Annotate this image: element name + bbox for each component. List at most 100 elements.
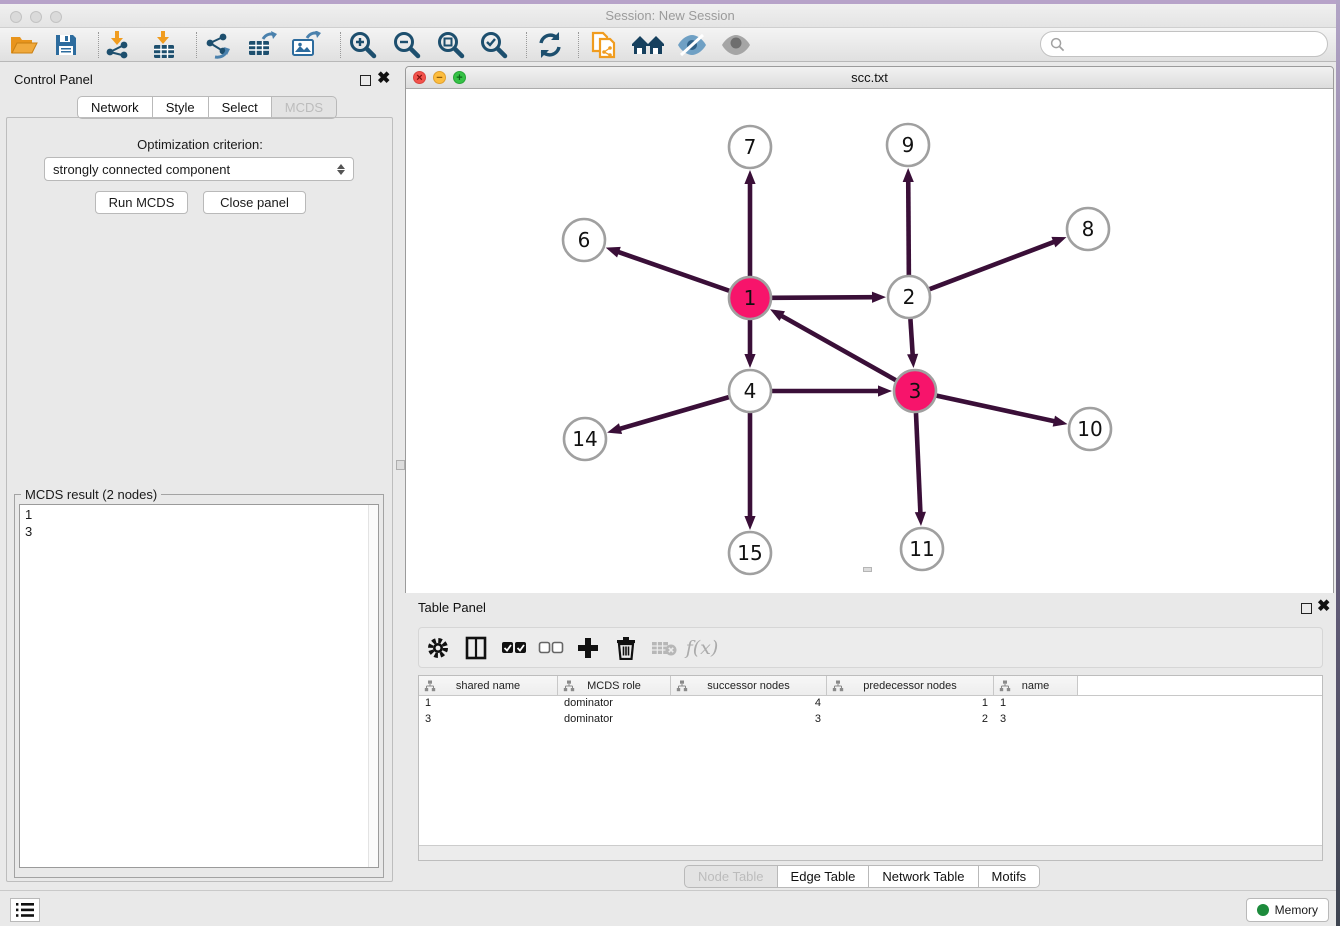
refresh-button[interactable] xyxy=(532,29,568,61)
edge-1-6[interactable] xyxy=(616,251,729,291)
graph-node-2[interactable]: 2 xyxy=(888,276,930,318)
network-window-titlebar[interactable]: × − + scc.txt xyxy=(406,67,1333,89)
result-scrollbar[interactable] xyxy=(368,505,378,867)
table-row[interactable]: 3dominator323 xyxy=(419,712,1322,728)
node-label: 10 xyxy=(1077,417,1102,441)
table-settings-button[interactable] xyxy=(421,628,455,667)
home-button[interactable] xyxy=(630,29,666,61)
table-panel-float-button[interactable] xyxy=(1301,603,1312,614)
graph-node-7[interactable]: 7 xyxy=(729,126,771,168)
control-panel-float-button[interactable] xyxy=(360,75,371,86)
export-table-button[interactable] xyxy=(244,29,280,61)
column-header-MCDS-role[interactable]: MCDS role xyxy=(558,676,671,695)
zoom-fit-button[interactable] xyxy=(432,29,468,61)
zoom-selected-button[interactable] xyxy=(475,29,511,61)
tab-edge-table[interactable]: Edge Table xyxy=(778,865,870,888)
import-table-button[interactable] xyxy=(146,29,182,61)
show-columns-button[interactable] xyxy=(459,628,493,667)
edge-3-10[interactable] xyxy=(936,396,1056,422)
graph-node-9[interactable]: 9 xyxy=(887,124,929,166)
tab-mcds[interactable]: MCDS xyxy=(272,96,337,119)
graph-node-8[interactable]: 8 xyxy=(1067,208,1109,250)
table-cell[interactable]: 1 xyxy=(419,696,558,712)
table-cell[interactable]: 3 xyxy=(419,712,558,728)
first-neighbors-button[interactable] xyxy=(586,29,622,61)
edge-4-14[interactable] xyxy=(618,397,729,429)
tab-style[interactable]: Style xyxy=(153,96,209,119)
table-cell[interactable]: 3 xyxy=(671,712,827,728)
tab-network-table[interactable]: Network Table xyxy=(869,865,978,888)
node-label: 2 xyxy=(903,285,916,309)
network-splitter-handle[interactable] xyxy=(863,567,872,572)
column-header-predecessor-nodes[interactable]: predecessor nodes xyxy=(827,676,994,695)
column-header-shared-name[interactable]: shared name xyxy=(419,676,558,695)
table-cell[interactable]: 1 xyxy=(827,696,994,712)
network-window-title: scc.txt xyxy=(406,70,1333,85)
attribute-type-icon xyxy=(999,680,1011,692)
table-hscrollbar[interactable] xyxy=(419,845,1322,860)
open-session-button[interactable] xyxy=(6,29,42,61)
table-cell[interactable]: 3 xyxy=(994,712,1078,728)
zoom-in-button[interactable] xyxy=(344,29,380,61)
edge-2-9[interactable] xyxy=(908,179,909,275)
run-mcds-button[interactable]: Run MCDS xyxy=(95,191,188,214)
memory-button[interactable]: Memory xyxy=(1246,898,1329,922)
edge-2-3[interactable] xyxy=(910,319,912,357)
home-houses-icon xyxy=(631,32,665,58)
select-all-rows-button[interactable] xyxy=(497,628,531,667)
column-header-successor-nodes[interactable]: successor nodes xyxy=(671,676,827,695)
panel-splitter-handle[interactable] xyxy=(396,460,405,470)
save-session-button[interactable] xyxy=(48,29,84,61)
graph-node-10[interactable]: 10 xyxy=(1069,408,1111,450)
optimization-criterion-select[interactable]: strongly connected component xyxy=(44,157,354,181)
arrowhead-icon xyxy=(1053,416,1068,427)
graph-node-14[interactable]: 14 xyxy=(564,418,606,460)
add-column-button[interactable] xyxy=(571,628,605,667)
table-cell[interactable]: dominator xyxy=(558,696,671,712)
graph-node-4[interactable]: 4 xyxy=(729,370,771,412)
tab-motifs[interactable]: Motifs xyxy=(979,865,1041,888)
search-input[interactable] xyxy=(1040,31,1328,57)
show-all-button[interactable] xyxy=(718,29,754,61)
table-row[interactable]: 1dominator411 xyxy=(419,696,1322,712)
graph-node-3[interactable]: 3 xyxy=(894,370,936,412)
table-cell[interactable]: 1 xyxy=(994,696,1078,712)
mcds-result-text[interactable]: 1 3 xyxy=(19,504,379,868)
graph-node-15[interactable]: 15 xyxy=(729,532,771,574)
edge-2-8[interactable] xyxy=(930,241,1057,289)
export-network-button[interactable] xyxy=(200,29,236,61)
close-panel-button[interactable]: Close panel xyxy=(203,191,306,214)
edge-3-11[interactable] xyxy=(916,413,921,515)
toolbar-separator xyxy=(578,32,579,58)
arrowhead-icon xyxy=(607,423,622,434)
delete-table-button[interactable] xyxy=(647,628,681,667)
table-cell[interactable]: 2 xyxy=(827,712,994,728)
column-header-name[interactable]: name xyxy=(994,676,1078,695)
edge-1-2[interactable] xyxy=(772,297,875,298)
edge-3-1[interactable] xyxy=(780,315,896,381)
network-graph[interactable]: 1 2 3 4 6 7 8 9 10 11 14 15 xyxy=(406,89,1333,593)
import-network-button[interactable] xyxy=(100,29,136,61)
tab-network[interactable]: Network xyxy=(77,96,153,119)
hide-selected-button[interactable] xyxy=(674,29,710,61)
table-cell[interactable]: dominator xyxy=(558,712,671,728)
mcds-result-legend: MCDS result (2 nodes) xyxy=(21,487,161,502)
tab-node-table[interactable]: Node Table xyxy=(684,865,778,888)
graph-node-1[interactable]: 1 xyxy=(729,277,771,319)
node-label: 14 xyxy=(572,427,597,451)
export-image-button[interactable] xyxy=(288,29,324,61)
function-builder-button[interactable]: f(x) xyxy=(685,628,719,667)
arrowhead-icon xyxy=(744,516,755,530)
tab-select[interactable]: Select xyxy=(209,96,272,119)
graph-node-11[interactable]: 11 xyxy=(901,528,943,570)
network-canvas[interactable]: 1 2 3 4 6 7 8 9 10 11 14 15 xyxy=(406,89,1333,593)
graph-node-6[interactable]: 6 xyxy=(563,219,605,261)
control-panel-close-button[interactable]: ✖ xyxy=(377,72,390,86)
delete-column-button[interactable] xyxy=(609,628,643,667)
zoom-out-button[interactable] xyxy=(388,29,424,61)
arrowhead-icon xyxy=(878,385,892,396)
table-cell[interactable]: 4 xyxy=(671,696,827,712)
table-panel-close-button[interactable]: ✖ xyxy=(1317,600,1330,614)
deselect-all-rows-button[interactable] xyxy=(534,628,568,667)
task-history-button[interactable] xyxy=(10,898,40,922)
